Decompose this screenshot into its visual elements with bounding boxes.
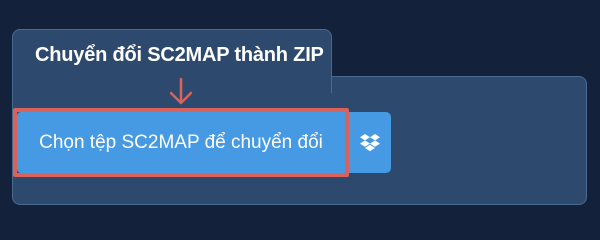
choose-file-button[interactable]: Chọn tệp SC2MAP để chuyển đổi [17,112,345,173]
arrow-down-icon [169,78,193,105]
dropbox-icon [360,133,380,151]
dropbox-button[interactable] [349,112,391,173]
tab-title: Chuyển đổi SC2MAP thành ZIP [35,44,324,66]
